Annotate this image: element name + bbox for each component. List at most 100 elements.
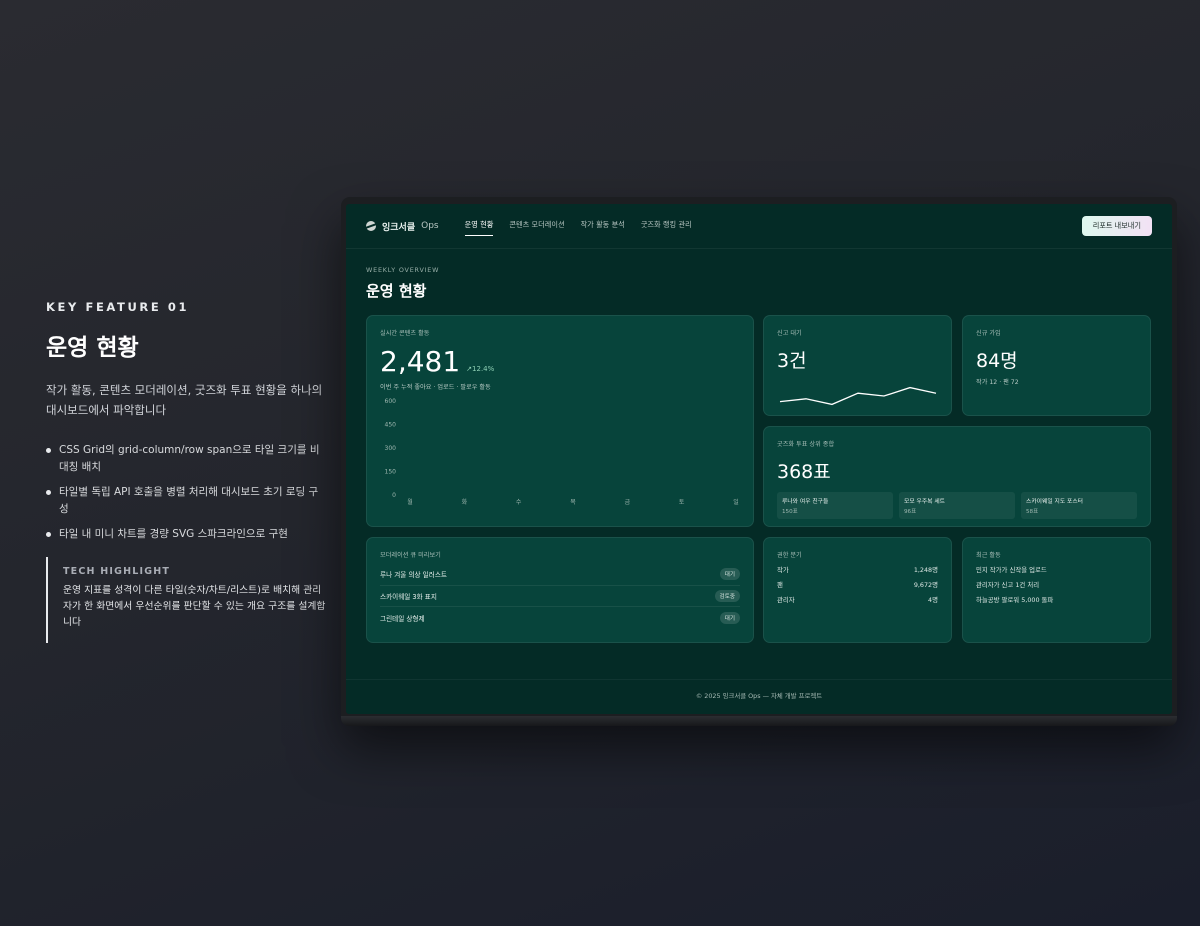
logo-suffix: Ops: [421, 221, 439, 231]
recent-item: 민지 작가가 신작을 업로드: [976, 566, 1047, 574]
vote-value: 368표: [777, 461, 831, 483]
nav-tab-artist-analytics[interactable]: 작가 활동 분석: [581, 216, 625, 236]
nav-tab-overview[interactable]: 운영 현황: [464, 216, 494, 236]
recent-activity-card: 최근 활동 민지 작가가 신작을 업로드 관리자가 신고 1건 처리 하늘공방 …: [962, 537, 1151, 643]
status-badge: 대기: [719, 611, 740, 624]
perm-value: 4명: [928, 596, 938, 604]
x-tick-label: 월: [407, 498, 413, 506]
y-tick-label: 300: [385, 445, 397, 452]
signup-label: 신규 가입: [976, 330, 1001, 337]
app-header: 잉크서클 Ops 운영 현황 콘텐츠 모더레이션 작가 활동 분석 굿즈화 랭킹…: [346, 204, 1172, 249]
page-kicker: WEEKLY OVERVIEW: [366, 266, 440, 274]
report-card[interactable]: 신고 대기 3건: [763, 315, 952, 416]
feature-bullet: 타일별 독립 API 호출을 병렬 처리해 대시보드 초기 로딩 구성: [46, 484, 326, 518]
perm-row: 관리자 4명: [777, 595, 938, 604]
activity-value-row: 2,481 ↗12.4%: [380, 345, 740, 378]
vote-item-name: 루나와 여우 친구들: [782, 499, 829, 505]
dashboard-grid: 실시간 콘텐츠 활동 2,481 ↗12.4% 이번 주 누적 좋아요 · 업로…: [366, 315, 1152, 645]
app-footer: © 2025 잉크서클 Ops — 자체 개발 프로젝트: [695, 692, 823, 700]
queue-item-title: 그린테일 상형제: [380, 614, 425, 623]
perm-name: 관리자: [777, 596, 795, 604]
vote-item[interactable]: 모모 우주복 세트 96표: [899, 492, 1015, 519]
perm-name: 작가: [777, 566, 789, 574]
tech-highlight-title: TECH HIGHLIGHT: [63, 566, 171, 577]
feature-bullet-text: CSS Grid의 grid-column/row span으로 타일 크기를 …: [59, 444, 320, 473]
bullet-dot-icon: [46, 448, 51, 453]
perm-label: 권한 분기: [777, 552, 802, 559]
activity-label: 실시간 콘텐츠 활동: [380, 330, 430, 337]
perm-row: 팬 9,672명: [777, 580, 938, 589]
recent-item: 관리자가 신고 1건 처리: [976, 581, 1040, 589]
queue-item-title: 루나 겨울 의상 일러스트: [380, 571, 447, 580]
status-badge: 대기: [719, 568, 740, 581]
perm-name: 팬: [777, 581, 783, 589]
export-report-button[interactable]: 리포트 내보내기: [1081, 216, 1152, 236]
vote-items: 루나와 여우 친구들 150표 모모 우주복 세트 96표 스카이웨일 지도 포…: [777, 492, 1137, 519]
page-title: 운영 현황: [366, 282, 427, 300]
vote-item[interactable]: 스카이웨일 지도 포스터 58표: [1021, 492, 1137, 519]
report-sparkline: [779, 386, 937, 406]
bullet-dot-icon: [46, 532, 51, 537]
main-nav: 운영 현황 콘텐츠 모더레이션 작가 활동 분석 굿즈화 랭킹 관리: [464, 216, 692, 236]
queue-row[interactable]: 그린테일 상형제 대기: [380, 607, 740, 629]
vote-item-count: 96표: [904, 509, 917, 515]
feature-description: 작가 활동, 콘텐츠 모더레이션, 굿즈화 투표 현황을 하나의 대시보드에서 …: [46, 383, 323, 417]
feature-kicker: KEY FEATURE 01: [46, 300, 190, 314]
x-tick-label: 일: [733, 498, 739, 506]
dashboard-screen: 잉크서클 Ops 운영 현황 콘텐츠 모더레이션 작가 활동 분석 굿즈화 랭킹…: [346, 204, 1172, 714]
signup-card[interactable]: 신규 가입 84명 작가 12 · 팬 72: [962, 315, 1151, 416]
feature-bullets: CSS Grid의 grid-column/row span으로 타일 크기를 …: [46, 442, 326, 543]
y-tick-label: 450: [385, 422, 397, 429]
nav-tab-goods-ranking[interactable]: 굿즈화 랭킹 관리: [641, 216, 692, 236]
perm-row: 작가 1,248명: [777, 565, 938, 574]
vote-item[interactable]: 루나와 여우 친구들 150표: [777, 492, 893, 519]
sparkline-series: [779, 386, 937, 406]
perm-value: 9,672명: [913, 581, 938, 589]
footer-divider: [346, 679, 1172, 680]
y-tick-label: 150: [385, 469, 397, 476]
signup-sub: 작가 12 · 팬 72: [976, 379, 1019, 386]
queue-item-title: 스카이웨일 3화 표지: [380, 592, 437, 601]
x-tick-label: 수: [516, 499, 522, 506]
x-tick-label: 화: [462, 499, 468, 506]
device-frame: 잉크서클 Ops 운영 현황 콘텐츠 모더레이션 작가 활동 분석 굿즈화 랭킹…: [341, 197, 1177, 724]
activity-sub: 이번 주 누적 좋아요 · 업로드 · 팔로우 활동: [380, 384, 491, 391]
queue-row[interactable]: 루나 겨울 의상 일러스트 대기: [380, 564, 740, 586]
permission-card: 권한 분기 작가 1,248명 팬 9,672명 관리자 4명: [763, 537, 952, 643]
feature-bullet-text: 타일별 독립 API 호출을 병렬 처리해 대시보드 초기 로딩 구성: [59, 486, 319, 515]
vote-card[interactable]: 굿즈화 투표 상위 종합 368표 루나와 여우 친구들 150표 모모 우주복…: [763, 426, 1151, 527]
page-content: WEEKLY OVERVIEW 운영 현황 실시간 콘텐츠 활동 2,481 ↗…: [346, 249, 1172, 645]
x-tick-label: 토: [679, 499, 685, 506]
feature-bullet: CSS Grid의 grid-column/row span으로 타일 크기를 …: [46, 442, 326, 476]
y-tick-label: 600: [385, 398, 397, 405]
vote-item-name: 모모 우주복 세트: [904, 499, 946, 505]
x-tick-label: 목: [570, 499, 576, 506]
feature-bullet-text: 타일 내 미니 차트를 경량 SVG 스파크라인으로 구현: [59, 528, 288, 540]
trend-value: 12.4%: [472, 365, 495, 373]
queue-label: 모더레이션 큐 미리보기: [380, 552, 441, 559]
x-tick-label: 금: [625, 499, 631, 506]
activity-bar-chart: 600 450 300 150 0 월 화 수 목 금 토 일: [385, 398, 739, 506]
planet-icon: [366, 221, 376, 231]
signup-value: 84명: [976, 350, 1018, 372]
vote-item-count: 150표: [782, 509, 798, 515]
recent-label: 최근 활동: [976, 552, 1001, 559]
activity-card[interactable]: 실시간 콘텐츠 활동 2,481 ↗12.4% 이번 주 누적 좋아요 · 업로…: [366, 315, 754, 527]
feature-bullet: 타일 내 미니 차트를 경량 SVG 스파크라인으로 구현: [46, 526, 326, 543]
vote-item-name: 스카이웨일 지도 포스터: [1026, 499, 1084, 505]
moderation-queue-card: 모더레이션 큐 미리보기 루나 겨울 의상 일러스트 대기 스카이웨일 3화 표…: [366, 537, 754, 643]
queue-row[interactable]: 스카이웨일 3화 표지 검토중: [380, 586, 740, 607]
vote-item-count: 58표: [1026, 509, 1039, 515]
y-tick-label: 0: [392, 492, 396, 499]
nav-tab-moderation[interactable]: 콘텐츠 모더레이션: [509, 216, 564, 236]
report-value: 3건: [777, 350, 807, 372]
tech-highlight-body: 운영 지표를 성격이 다른 타일(숫자/차트/리스트)로 배치해 관리자가 한 …: [63, 585, 326, 628]
feature-panel: KEY FEATURE 01 운영 현황 작가 활동, 콘텐츠 모더레이션, 굿…: [46, 300, 326, 643]
status-badge: 검토중: [714, 589, 740, 602]
activity-value: 2,481: [380, 345, 461, 378]
app-logo[interactable]: 잉크서클 Ops: [366, 220, 439, 233]
queue-list: 루나 겨울 의상 일러스트 대기 스카이웨일 3화 표지 검토중 그린테일 상형…: [380, 564, 740, 629]
report-label: 신고 대기: [777, 330, 802, 337]
logo-name: 잉크서클: [382, 222, 416, 233]
perm-value: 1,248명: [913, 566, 938, 574]
